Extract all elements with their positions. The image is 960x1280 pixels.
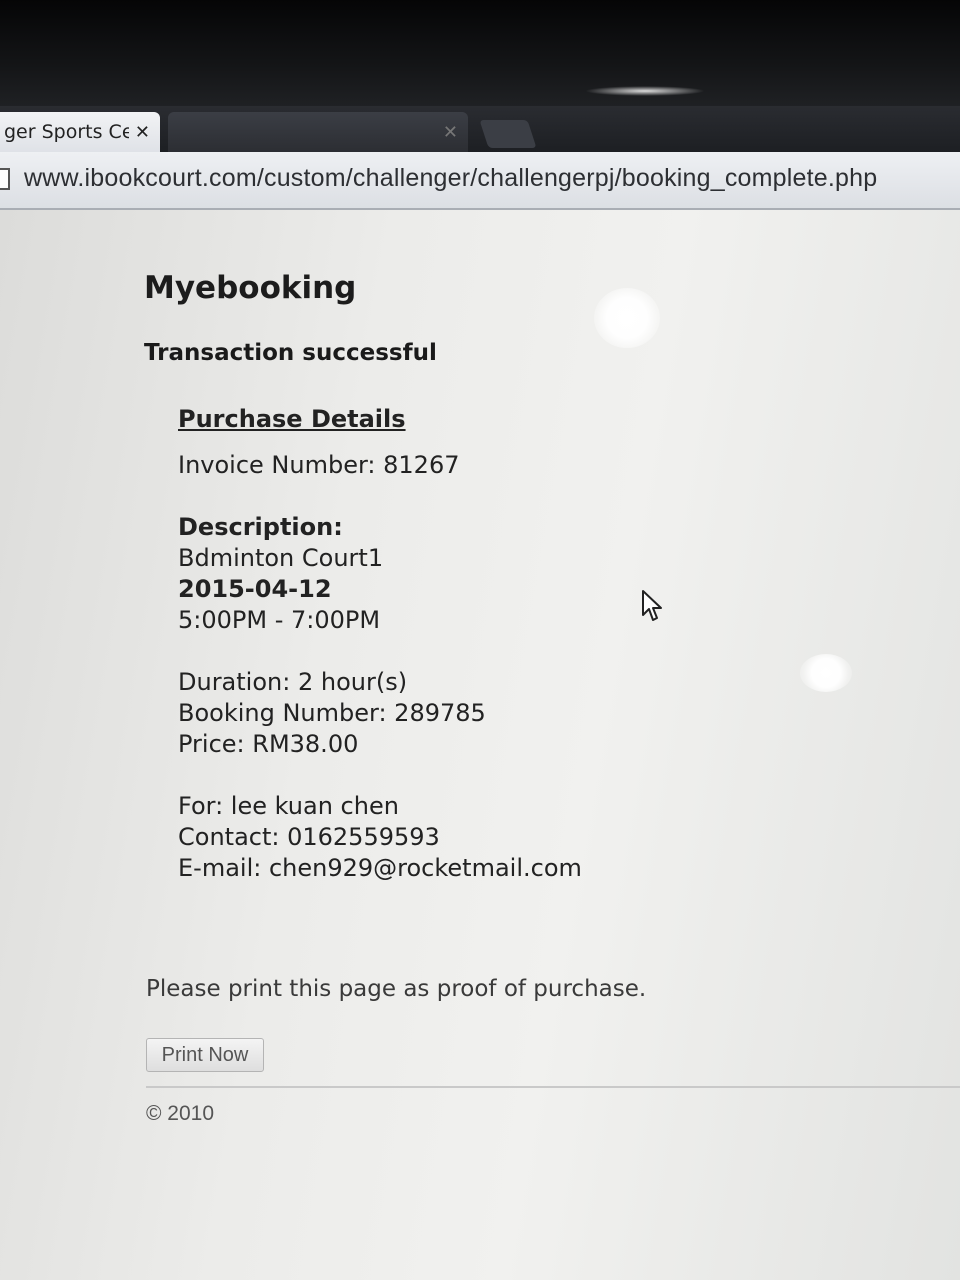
description-label: Description: [178, 513, 343, 541]
customer-name: For: lee kuan chen [178, 792, 399, 820]
proof-of-purchase-note: Please print this page as proof of purch… [146, 976, 647, 1002]
new-tab-button[interactable] [479, 120, 537, 148]
duration: Duration: 2 hour(s) [178, 668, 408, 696]
page-icon [0, 168, 10, 190]
court-name: Bdminton Court1 [178, 544, 384, 572]
page-viewport: Myebooking Transaction successful Purcha… [0, 210, 960, 1280]
screen-glare [594, 288, 660, 348]
site-title: Myebooking [144, 270, 357, 306]
purchase-details: Purchase Details Invoice Number: 81267 D… [178, 404, 582, 884]
tab-title: ger Sports Cer [4, 121, 129, 143]
customer-email: E-mail: chen929@rocketmail.com [178, 854, 582, 882]
browser-tab-strip: ger Sports Cer ✕ ✕ [0, 106, 960, 152]
booking-date: 2015-04-12 [178, 575, 332, 603]
invoice-number: Invoice Number: 81267 [178, 451, 460, 479]
screen-glare [800, 654, 852, 692]
customer-contact: Contact: 0162559593 [178, 823, 440, 851]
close-tab-icon[interactable]: ✕ [135, 122, 150, 143]
price: Price: RM38.00 [178, 730, 359, 758]
booking-number: Booking Number: 289785 [178, 699, 486, 727]
url-text[interactable]: www.ibookcourt.com/custom/challenger/cha… [24, 164, 877, 193]
bezel-glare [585, 86, 705, 96]
footer-divider [146, 1086, 960, 1088]
tab-sports-center[interactable]: ger Sports Cer ✕ [0, 112, 160, 152]
tab-background[interactable]: ✕ [168, 112, 468, 152]
print-now-button[interactable]: Print Now [146, 1038, 264, 1072]
purchase-details-heading: Purchase Details [178, 405, 406, 433]
copyright-footer: © 2010 [146, 1102, 215, 1125]
mouse-cursor-icon [641, 589, 663, 627]
transaction-status: Transaction successful [144, 340, 437, 366]
monitor-bezel [0, 0, 960, 110]
booking-time: 5:00PM - 7:00PM [178, 606, 381, 634]
address-bar[interactable]: www.ibookcourt.com/custom/challenger/cha… [0, 152, 960, 210]
close-tab-icon[interactable]: ✕ [443, 122, 458, 143]
booking-confirmation: Myebooking Transaction successful Purcha… [144, 270, 960, 1125]
